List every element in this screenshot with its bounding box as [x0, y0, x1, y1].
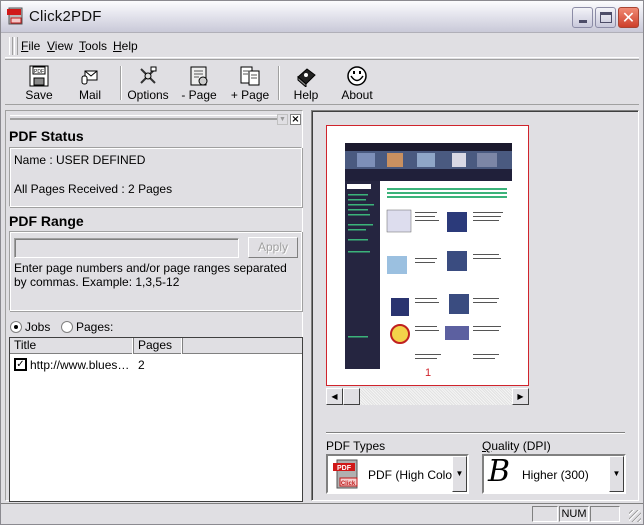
- resize-grip[interactable]: [629, 510, 641, 522]
- left-panel: ▼ × PDF Status Name : USER DEFINED All P…: [5, 110, 303, 502]
- smiley-icon: [347, 66, 367, 86]
- column-title[interactable]: Title: [10, 338, 134, 354]
- pdf-click-icon: PDF Click: [333, 459, 358, 489]
- job-checkbox[interactable]: ✓: [14, 358, 27, 371]
- status-pane-num: NUM: [559, 506, 589, 522]
- menu-view[interactable]: View: [47, 39, 73, 53]
- jobs-list[interactable]: Title Pages ✓ http://www.blues… 2: [9, 337, 303, 502]
- status-pages-received: All Pages Received : 2 Pages: [14, 182, 173, 196]
- options-button[interactable]: Options: [123, 63, 173, 103]
- app-pdf-icon: [7, 7, 23, 25]
- arrow-right-icon: ▶: [517, 392, 524, 401]
- menubar-grip-2[interactable]: [14, 37, 18, 55]
- mail-button[interactable]: Mail: [65, 63, 115, 103]
- add-page-icon: [240, 66, 260, 86]
- svg-text:PDF: PDF: [34, 69, 44, 75]
- table-row[interactable]: ✓ http://www.blues… 2: [10, 357, 302, 373]
- menu-help[interactable]: Help: [113, 39, 138, 53]
- toolbar-separator: [278, 66, 280, 100]
- arrow-left-icon: ◀: [331, 392, 338, 401]
- about-label: About: [341, 88, 373, 102]
- menubar-grip[interactable]: [9, 37, 13, 55]
- page-preview[interactable]: 1: [326, 125, 529, 386]
- close-button[interactable]: ✕: [618, 7, 639, 28]
- app-window: Click2PDF ✕ File View Tools Help PDF Sav…: [0, 0, 644, 525]
- pdf-range-title: PDF Range: [9, 213, 84, 229]
- pdf-types-value: PDF (High Color) F: [368, 468, 452, 482]
- jobs-radio[interactable]: [10, 321, 22, 333]
- page-range-input[interactable]: [14, 238, 239, 258]
- menu-bar: File View Tools Help: [5, 34, 639, 58]
- mail-icon: [81, 70, 98, 85]
- job-pages: 2: [138, 358, 145, 372]
- apply-button[interactable]: Apply: [248, 237, 298, 258]
- remove-page-icon: [190, 66, 208, 86]
- panel-dropdown-button[interactable]: ▼: [277, 114, 288, 125]
- title-bar[interactable]: Click2PDF ✕: [1, 1, 643, 33]
- scroll-right-button[interactable]: ▶: [512, 388, 529, 405]
- maximize-icon: [600, 12, 612, 23]
- options-tools-icon: [140, 66, 157, 84]
- menu-tools[interactable]: Tools: [79, 39, 107, 53]
- status-name: Name : USER DEFINED: [14, 153, 146, 167]
- pdf-types-dropdown[interactable]: PDF Click PDF (High Color) F ▼: [326, 454, 469, 494]
- preview-page-number: 1: [425, 367, 432, 379]
- remove-page-button[interactable]: - Page: [174, 63, 224, 103]
- save-button[interactable]: PDF Save: [14, 63, 64, 103]
- quality-label-rest: uality (DPI): [491, 439, 551, 453]
- status-pane-3: [590, 506, 620, 522]
- svg-text:Click: Click: [341, 481, 356, 487]
- quality-b-icon: B: [488, 454, 511, 489]
- preview-page-thumbnail: [345, 143, 512, 369]
- add-page-button[interactable]: + Page: [225, 63, 275, 103]
- jobs-radio-label[interactable]: Jobs: [25, 320, 50, 334]
- minimize-button[interactable]: [572, 7, 593, 28]
- quality-label: Quality (DPI): [482, 439, 551, 453]
- quality-dropdown-button[interactable]: ▼: [609, 456, 624, 492]
- window-title: Click2PDF: [29, 8, 102, 25]
- close-icon: ✕: [621, 8, 636, 27]
- panel-close-button[interactable]: ×: [290, 114, 301, 125]
- scroll-left-button[interactable]: ◀: [326, 388, 343, 405]
- pages-radio-label[interactable]: Pages:: [76, 320, 113, 334]
- scroll-thumb[interactable]: [343, 388, 360, 405]
- options-label: Options: [127, 88, 169, 102]
- status-bar: NUM: [1, 503, 643, 524]
- remove-page-label: - Page: [181, 88, 217, 102]
- maximize-button[interactable]: [595, 7, 616, 28]
- svg-text:PDF: PDF: [337, 465, 352, 472]
- minimize-icon: [579, 20, 587, 23]
- list-header: Title Pages: [10, 338, 302, 354]
- panel-grip[interactable]: [10, 115, 278, 120]
- add-page-label: + Page: [230, 88, 270, 102]
- preview-horizontal-scrollbar[interactable]: ◀ ▶: [326, 388, 529, 405]
- range-hint: Enter page numbers and/or page ranges se…: [14, 261, 287, 289]
- pdf-types-label: PDF Types: [326, 439, 386, 453]
- quality-value: Higher (300): [522, 468, 589, 482]
- chevron-down-icon: ▼: [612, 469, 621, 478]
- save-label: Save: [25, 88, 53, 102]
- pdf-types-dropdown-button[interactable]: ▼: [452, 456, 467, 492]
- divider: [326, 432, 625, 434]
- job-title: http://www.blues…: [30, 358, 130, 372]
- column-pages[interactable]: Pages: [134, 338, 183, 354]
- help-book-icon: [297, 68, 316, 87]
- about-button[interactable]: About: [332, 63, 382, 103]
- quality-dropdown[interactable]: B Higher (300) ▼: [482, 454, 626, 494]
- help-button[interactable]: Help: [281, 63, 331, 103]
- right-panel: 1 ◀ ▶ PDF Types PDF Click PDF (High Colo…: [311, 110, 639, 501]
- pdf-status-title: PDF Status: [9, 128, 84, 144]
- toolbar-separator: [120, 66, 122, 100]
- pdf-disk-icon: PDF: [29, 65, 49, 87]
- status-pane-1: [532, 506, 558, 522]
- pages-radio[interactable]: [61, 321, 73, 333]
- chevron-down-icon: ▼: [455, 469, 464, 478]
- menu-file[interactable]: File: [21, 39, 40, 53]
- mail-label: Mail: [78, 88, 101, 102]
- help-label: Help: [293, 88, 319, 102]
- toolbar: PDF Save Mail Options - Page + Page Help…: [5, 59, 639, 105]
